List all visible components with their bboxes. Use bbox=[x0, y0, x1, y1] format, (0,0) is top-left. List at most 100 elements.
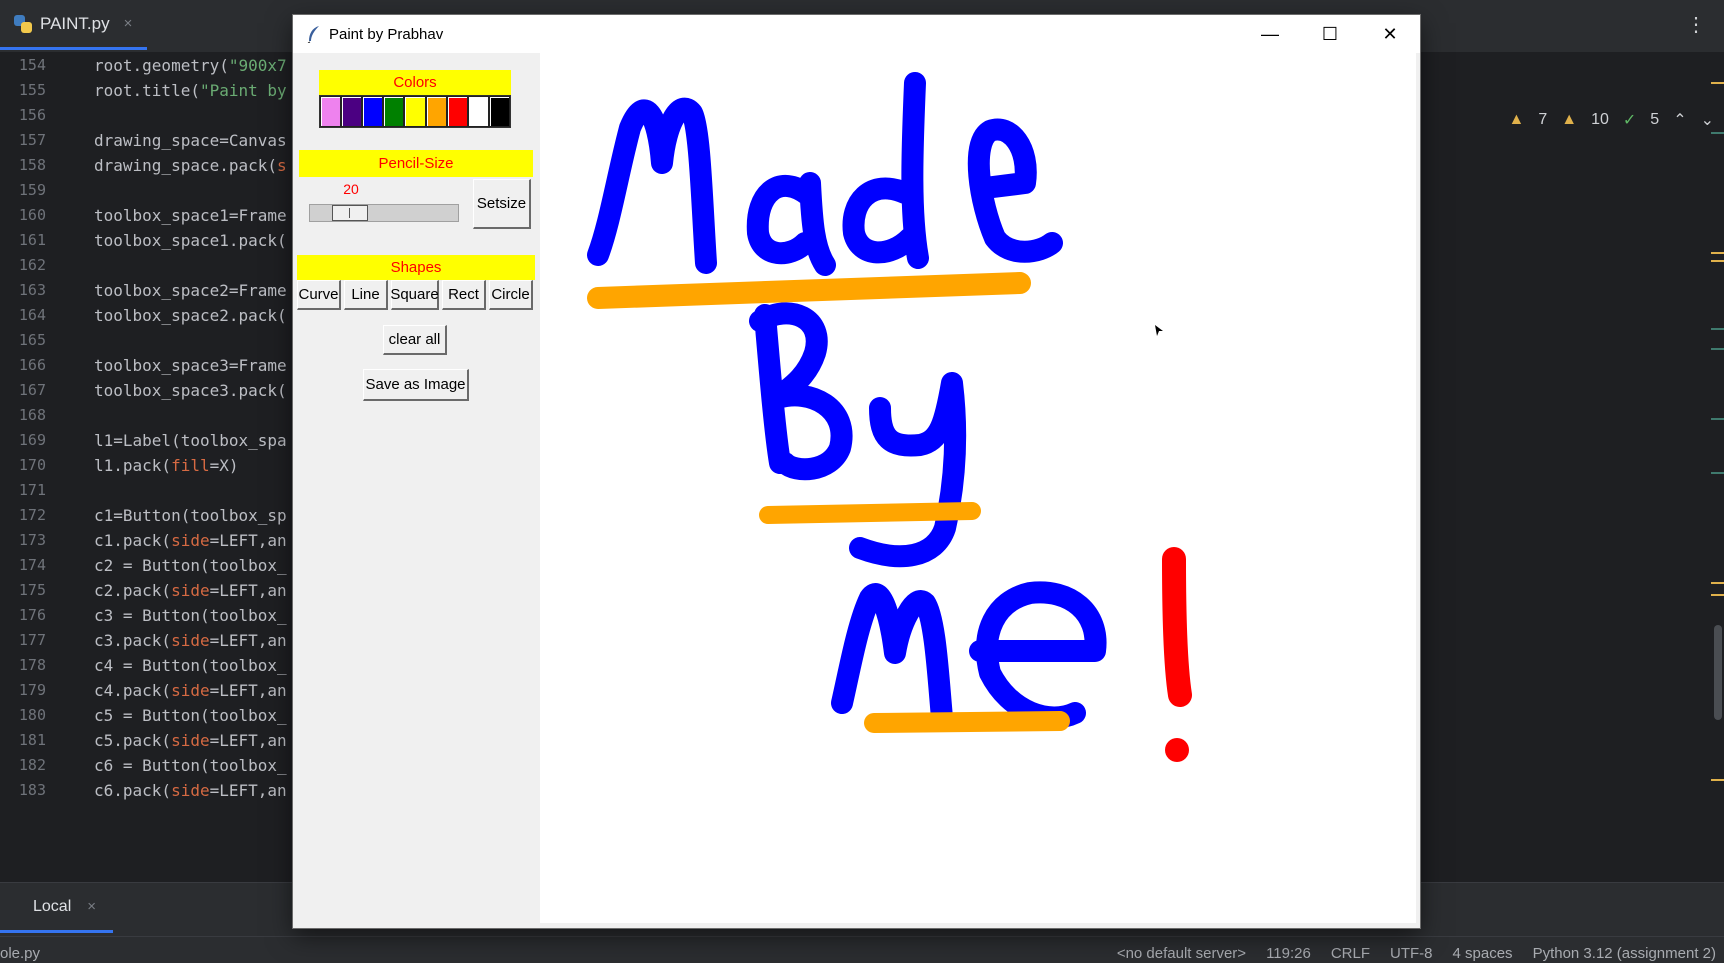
status-indent[interactable]: 4 spaces bbox=[1453, 945, 1513, 962]
error-stripe-mark[interactable] bbox=[1711, 779, 1724, 781]
stroke-exclamation-dot bbox=[1165, 738, 1189, 762]
code-token: c5 = Button(toolbox_ bbox=[94, 706, 287, 725]
code-line[interactable]: c4 = Button(toolbox_ bbox=[94, 652, 287, 680]
scrollbar[interactable] bbox=[1710, 52, 1724, 882]
maximize-button[interactable]: ☐ bbox=[1300, 15, 1360, 53]
code-token: drawing_space.pack( bbox=[94, 156, 278, 175]
line-number: 157 bbox=[18, 131, 46, 149]
weak-warning-count: 10 bbox=[1591, 111, 1609, 128]
code-token: side bbox=[171, 581, 210, 600]
error-stripe-mark[interactable] bbox=[1711, 328, 1724, 330]
code-token: c1.pack( bbox=[94, 531, 172, 550]
code-token: s bbox=[277, 156, 287, 175]
save-as-image-button[interactable]: Save as Image bbox=[363, 369, 469, 401]
cursor-icon bbox=[1155, 325, 1163, 336]
code-line[interactable]: c1=Button(toolbox_sp bbox=[94, 502, 287, 530]
code-line[interactable]: c6.pack(side=LEFT,an bbox=[94, 777, 287, 805]
line-number: 172 bbox=[18, 506, 46, 524]
status-interpreter[interactable]: Python 3.12 (assignment 2) bbox=[1533, 945, 1716, 962]
shape-button-rect[interactable]: Rect bbox=[442, 280, 486, 310]
code-line[interactable]: c3.pack(side=LEFT,an bbox=[94, 627, 287, 655]
status-line-separator[interactable]: CRLF bbox=[1331, 945, 1370, 962]
error-stripe-mark[interactable] bbox=[1711, 418, 1724, 420]
scrollbar-thumb[interactable] bbox=[1714, 625, 1722, 720]
color-swatch[interactable] bbox=[404, 96, 426, 127]
tab-local-terminal[interactable]: Local × bbox=[0, 883, 113, 933]
color-swatch[interactable] bbox=[341, 96, 363, 127]
shape-button-square[interactable]: Square bbox=[390, 280, 439, 310]
code-line[interactable]: toolbox_space3.pack( bbox=[94, 377, 287, 405]
close-button[interactable]: ✕ bbox=[1360, 15, 1420, 53]
code-token: l1.pack( bbox=[94, 456, 172, 475]
code-line[interactable]: c6 = Button(toolbox_ bbox=[94, 752, 287, 780]
color-swatch[interactable] bbox=[320, 96, 342, 127]
scale-slider-handle[interactable] bbox=[332, 205, 368, 221]
tab-paint-py[interactable]: PAINT.py × bbox=[0, 0, 147, 50]
code-line[interactable]: c4.pack(side=LEFT,an bbox=[94, 677, 287, 705]
clear-all-button[interactable]: clear all bbox=[383, 325, 447, 355]
error-stripe-mark[interactable] bbox=[1711, 348, 1724, 350]
line-number: 176 bbox=[18, 606, 46, 624]
stroke-letter-e bbox=[967, 118, 1063, 263]
code-token: drawing_space=Canvas bbox=[94, 131, 287, 150]
line-number: 168 bbox=[18, 406, 46, 424]
error-stripe-mark[interactable] bbox=[1711, 252, 1724, 254]
code-line[interactable]: root.title("Paint by bbox=[94, 77, 287, 105]
error-stripe-mark[interactable] bbox=[1711, 472, 1724, 474]
drawing-canvas[interactable] bbox=[540, 53, 1416, 923]
color-swatch[interactable] bbox=[488, 96, 510, 127]
error-stripe-mark[interactable] bbox=[1711, 132, 1724, 134]
inspection-widget[interactable]: ▲ 7 ▲ 10 ✓ 5 ⌃ ⌄ bbox=[1508, 110, 1714, 130]
code-line[interactable]: c1.pack(side=LEFT,an bbox=[94, 527, 287, 555]
line-number: 155 bbox=[18, 81, 46, 99]
setsize-button[interactable]: Setsize bbox=[473, 179, 531, 229]
status-caret-position[interactable]: 119:26 bbox=[1266, 945, 1311, 962]
code-line[interactable]: c5 = Button(toolbox_ bbox=[94, 702, 287, 730]
code-token: =LEFT,an bbox=[209, 531, 287, 550]
error-stripe-mark[interactable] bbox=[1711, 260, 1724, 262]
error-stripe-mark[interactable] bbox=[1711, 82, 1724, 84]
code-line[interactable]: toolbox_space1.pack( bbox=[94, 227, 287, 255]
stroke-letter-y bbox=[849, 372, 967, 568]
code-line[interactable]: l1=Label(toolbox_spa bbox=[94, 427, 287, 455]
pencil-size-scale[interactable]: 20 bbox=[309, 179, 459, 242]
line-number: 158 bbox=[18, 156, 46, 174]
more-options-icon[interactable]: ⋮ bbox=[1686, 12, 1706, 37]
code-line[interactable]: c2 = Button(toolbox_ bbox=[94, 552, 287, 580]
code-line[interactable]: c2.pack(side=LEFT,an bbox=[94, 577, 287, 605]
close-icon[interactable]: × bbox=[124, 15, 133, 32]
shape-button-curve[interactable]: Curve bbox=[297, 280, 341, 310]
code-token: side bbox=[171, 731, 210, 750]
code-token: toolbox_space3=Frame bbox=[94, 356, 287, 375]
code-line[interactable]: drawing_space=Canvas bbox=[94, 127, 287, 155]
warning-count: 7 bbox=[1538, 111, 1548, 128]
minimize-button[interactable]: — bbox=[1240, 15, 1300, 53]
code-line[interactable]: toolbox_space2.pack( bbox=[94, 302, 287, 330]
code-line[interactable]: c3 = Button(toolbox_ bbox=[94, 602, 287, 630]
window-titlebar[interactable]: Paint by Prabhav — ☐ ✕ bbox=[293, 15, 1420, 53]
code-token: l1=Label(toolbox_spa bbox=[94, 431, 287, 450]
code-line[interactable]: toolbox_space2=Frame bbox=[94, 277, 287, 305]
shape-button-circle[interactable]: Circle bbox=[489, 280, 533, 310]
color-swatch[interactable] bbox=[362, 96, 384, 127]
status-server[interactable]: <no default server> bbox=[1117, 945, 1246, 962]
code-line[interactable]: toolbox_space1=Frame bbox=[94, 202, 287, 230]
color-palette bbox=[319, 95, 511, 128]
code-line[interactable]: toolbox_space3=Frame bbox=[94, 352, 287, 380]
color-swatch[interactable] bbox=[467, 96, 489, 127]
stroke-letter-e-lower bbox=[969, 581, 1107, 729]
error-stripe-mark[interactable] bbox=[1711, 582, 1724, 584]
code-line[interactable]: l1.pack(fill=X) bbox=[94, 452, 239, 480]
code-line[interactable]: root.geometry("900x7 bbox=[94, 52, 287, 80]
error-stripe-mark[interactable] bbox=[1711, 594, 1724, 596]
color-swatch[interactable] bbox=[425, 96, 447, 127]
color-swatch[interactable] bbox=[446, 96, 468, 127]
color-swatch[interactable] bbox=[383, 96, 405, 127]
code-line[interactable]: drawing_space.pack(s bbox=[94, 152, 287, 180]
code-line[interactable]: c5.pack(side=LEFT,an bbox=[94, 727, 287, 755]
status-encoding[interactable]: UTF-8 bbox=[1390, 945, 1433, 962]
shape-button-line[interactable]: Line bbox=[344, 280, 388, 310]
close-icon[interactable]: × bbox=[87, 898, 96, 915]
chevron-up-icon[interactable]: ⌃ bbox=[1673, 110, 1686, 130]
status-breadcrumb[interactable]: ole.py bbox=[0, 945, 40, 962]
